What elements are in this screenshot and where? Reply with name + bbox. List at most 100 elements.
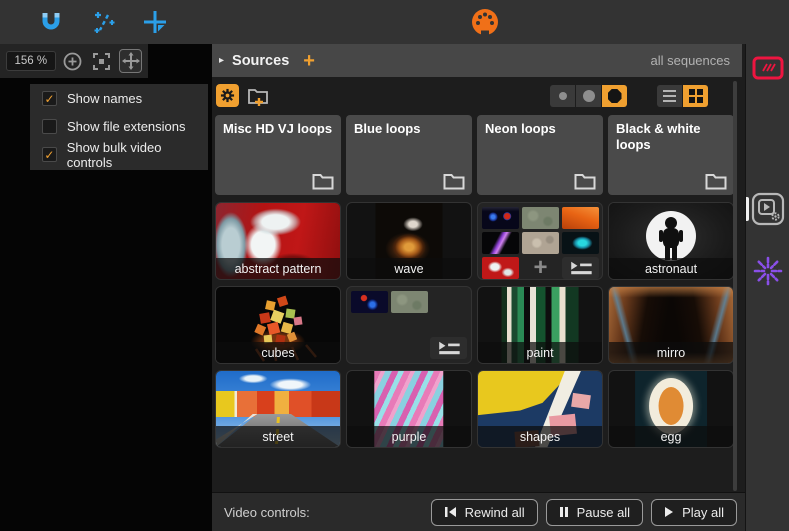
show-file-extensions-checkbox[interactable]: ✓: [42, 119, 57, 134]
crosshair-add-icon[interactable]: [142, 9, 168, 35]
zoom-toolbar: 156 %: [0, 44, 148, 78]
media-player-panel-icon[interactable]: [751, 192, 785, 226]
midi-icon[interactable]: [471, 8, 499, 36]
top-toolbar: [0, 0, 789, 44]
magnet-icon[interactable]: [38, 9, 64, 35]
folder-icon: [574, 173, 596, 190]
display-options-panel: ✓ Show names ✓ Show file extensions ✓ Sh…: [30, 84, 208, 170]
video-name: astronaut: [645, 262, 697, 276]
pause-all-button[interactable]: Pause all: [546, 499, 643, 526]
button-label: Play all: [682, 505, 724, 520]
thumbnail-size-group: [550, 85, 627, 107]
grid-view-button[interactable]: [683, 85, 708, 107]
mini-thumbnail[interactable]: [482, 232, 519, 254]
folder-tile-misc-hd-vj-loops[interactable]: Misc HD VJ loops: [215, 115, 341, 195]
open-playlist-button[interactable]: [562, 257, 599, 279]
folder-tile-black-and-white-loops[interactable]: Black & white loops: [608, 115, 734, 195]
generator-spinner-icon[interactable]: [753, 256, 783, 286]
mini-thumbnail[interactable]: [482, 207, 519, 229]
video-tile-mirro[interactable]: mirro: [608, 286, 734, 364]
option-show-names[interactable]: ✓ Show names: [30, 85, 208, 112]
mini-thumbnail[interactable]: [351, 291, 388, 313]
video-tile-egg[interactable]: egg: [608, 370, 734, 448]
rewind-icon: [444, 506, 457, 518]
video-name: wave: [394, 262, 423, 276]
shader-panel-icon[interactable]: [752, 56, 784, 80]
open-playlist-button[interactable]: [430, 337, 467, 359]
button-label: Pause all: [577, 505, 630, 520]
app-window: 156 %: [0, 0, 789, 531]
panel-expand-icon[interactable]: ▸: [219, 55, 224, 66]
sequences-filter[interactable]: all sequences: [651, 53, 731, 68]
video-tile-shapes[interactable]: shapes: [477, 370, 603, 448]
gear-icon: [220, 88, 235, 103]
mini-thumbnail[interactable]: [562, 232, 599, 254]
rewind-all-button[interactable]: Rewind all: [431, 499, 538, 526]
video-name: abstract pattern: [235, 262, 322, 276]
medium-dot-icon: [583, 90, 595, 102]
video-controls-buttons: Rewind all Pause all Play all: [431, 499, 737, 526]
video-controls-bar: Video controls: Rewind all Pause all: [212, 492, 745, 531]
small-dot-icon: [559, 92, 567, 100]
source-group-cell[interactable]: +: [477, 202, 603, 280]
video-tile-street[interactable]: street: [215, 370, 341, 448]
fit-screen-icon: [92, 52, 111, 71]
mini-thumbnail[interactable]: [522, 207, 559, 229]
mini-thumbnail[interactable]: [562, 207, 599, 229]
option-label: Show file extensions: [67, 119, 186, 134]
check-icon: ✓: [44, 149, 54, 161]
play-all-button[interactable]: Play all: [651, 499, 737, 526]
video-row: cubes: [215, 286, 734, 364]
add-source-button[interactable]: +: [303, 51, 315, 71]
video-tile-wave[interactable]: wave: [346, 202, 472, 280]
source-group-cell[interactable]: [346, 286, 472, 364]
add-to-group-button[interactable]: +: [522, 257, 559, 279]
mini-thumbnail[interactable]: [522, 232, 559, 254]
video-tile-paint[interactable]: paint: [477, 286, 603, 364]
list-view-button[interactable]: [657, 85, 682, 107]
sources-panel: ▸ Sources + all sequences: [212, 44, 745, 531]
add-folder-button[interactable]: [246, 84, 272, 108]
video-name: street: [262, 430, 293, 444]
option-show-file-extensions[interactable]: ✓ Show file extensions: [30, 113, 208, 140]
folder-tile-blue-loops[interactable]: Blue loops: [346, 115, 472, 195]
video-tile-abstract-pattern[interactable]: abstract pattern: [215, 202, 341, 280]
folder-name: Blue loops: [354, 121, 464, 137]
folder-icon: [443, 173, 465, 190]
zoom-level-field[interactable]: 156 %: [6, 51, 56, 71]
video-name: cubes: [261, 346, 294, 360]
move-arrows-icon: [122, 52, 140, 70]
fit-view-button[interactable]: [90, 49, 113, 73]
folder-icon: [705, 173, 727, 190]
zoom-in-button[interactable]: [62, 49, 85, 73]
folder-name: Misc HD VJ loops: [223, 121, 333, 137]
video-tile-cubes[interactable]: cubes: [215, 286, 341, 364]
thumb-size-medium-button[interactable]: [576, 85, 601, 107]
pan-tool-button[interactable]: [119, 49, 142, 73]
grid-scrollbar[interactable]: [733, 81, 737, 491]
active-panel-indicator: [746, 197, 749, 221]
right-sidebar: [745, 44, 789, 531]
check-icon: ✓: [44, 93, 54, 105]
thumb-size-small-button[interactable]: [550, 85, 575, 107]
show-bulk-video-controls-checkbox[interactable]: ✓: [42, 147, 57, 162]
thumb-size-large-button[interactable]: [602, 85, 627, 107]
button-label: Rewind all: [465, 505, 525, 520]
video-controls-label: Video controls:: [224, 505, 310, 520]
magic-snap-icon[interactable]: [92, 9, 118, 35]
canvas-panel: 156 %: [0, 44, 212, 531]
folder-tile-neon-loops[interactable]: Neon loops: [477, 115, 603, 195]
option-show-bulk-video-controls[interactable]: ✓ Show bulk video controls: [30, 141, 208, 168]
folder-icon: [312, 173, 334, 190]
mini-thumbnail[interactable]: [482, 257, 519, 279]
sources-settings-button[interactable]: [216, 84, 239, 107]
folder-plus-icon: [247, 85, 271, 107]
show-names-checkbox[interactable]: ✓: [42, 91, 57, 106]
sources-grid: Misc HD VJ loops Blue loops Neon loops: [215, 115, 734, 454]
video-name: paint: [526, 346, 553, 360]
video-tile-astronaut[interactable]: astronaut: [608, 202, 734, 280]
video-name: mirro: [657, 346, 685, 360]
list-view-icon: [663, 90, 676, 103]
mini-thumbnail[interactable]: [391, 291, 428, 313]
video-tile-purple[interactable]: purple: [346, 370, 472, 448]
